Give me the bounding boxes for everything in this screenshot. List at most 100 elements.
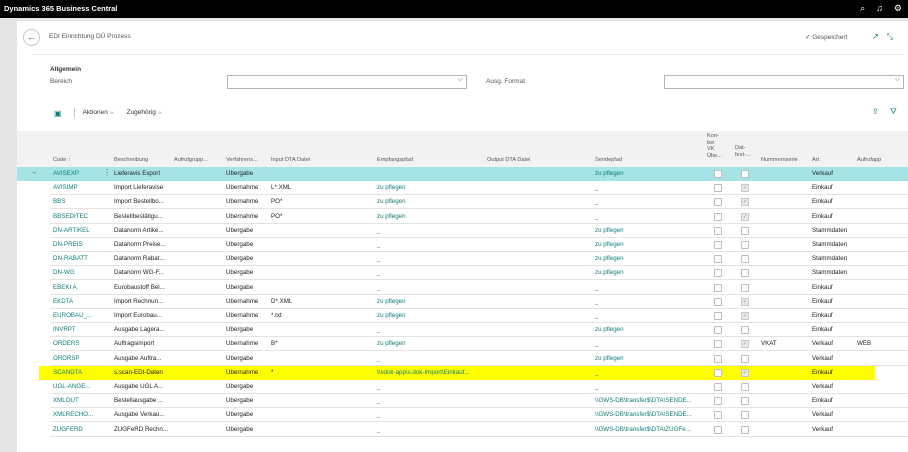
table-row[interactable]: XMLRECHO... Ausgabe Verkau... Übergabe _ \\G… [17,408,908,423]
col-verfahren[interactable]: Verfahrens... [226,157,258,164]
table-row[interactable]: → ⋮ AVISEXP Lieferavis Export Übergabe zu pfl… [17,167,908,181]
checkbox-konv[interactable] [714,212,722,221]
search-icon[interactable]: ⌕ [860,3,865,14]
cell-sendepfad[interactable]: _ [595,284,598,291]
cell-code[interactable]: ZUGFERD [53,426,83,433]
table-row[interactable]: EKDTA Import Rechnun... Übernahme D*.XML zu … [17,295,908,309]
related-menu[interactable]: Zugehörig ⌵ [127,109,163,117]
cell-empfangspfad[interactable]: zu pflegen [377,184,406,191]
cell-sendepfad[interactable]: _ [595,184,598,191]
table-row[interactable]: DN-WG Datanorm WG-F... Übergabe _ zu pflegen… [17,266,908,281]
checkbox-dat[interactable] [741,383,749,391]
table-row[interactable]: DN-PREIS Datanorm Preise... Übergabe _ zu pf… [17,238,908,252]
checkbox-dat[interactable]: ✓ [741,312,749,320]
col-konv[interactable]: Kon- bei VK Übe... [707,133,722,159]
table-row[interactable]: INVRPT Ausgabe Lagera... Übergabe _ zu pfleg… [17,323,908,338]
table-row[interactable]: SCANDTA s.scan-EDI-Daten Übernahme * \\sdok-… [39,365,875,380]
table-row[interactable]: DN-RABATT Datanorm Rabat... Übergabe _ zu pf… [17,252,908,267]
checkbox-konv[interactable] [714,397,722,406]
cell-code[interactable]: EUROBAU_... [53,312,92,319]
checkbox-konv[interactable] [714,226,722,235]
table-row[interactable]: BBS Import Bestellbo... Übernahme PO* zu pfl… [17,195,908,210]
cell-sendepfad[interactable]: _ [595,369,598,376]
cell-code[interactable]: UGL-ANGE... [53,383,90,390]
cell-empfangspfad[interactable]: _ [377,284,380,291]
cell-empfangspfad[interactable]: zu pflegen [377,298,406,305]
cell-empfangspfad[interactable]: \\sdok-app\s.dok-Import\Einkauf... [377,369,470,376]
checkbox-konv[interactable] [714,340,722,349]
cell-code[interactable]: ORDRSP [53,355,79,362]
cell-code[interactable]: XMLOUT [53,397,79,404]
cell-sendepfad[interactable]: zu pflegen [595,227,624,234]
checkbox-konv[interactable] [714,297,722,306]
col-aufrufapp[interactable]: Aufrufapp [857,157,881,164]
filter-icon[interactable]: ⛛ [890,107,897,117]
cell-code[interactable]: BBSEDITEC [53,213,88,220]
cell-empfangspfad[interactable]: _ [377,269,380,276]
cell-code[interactable]: EBEKI A [53,284,77,291]
col-art[interactable]: Art [812,157,819,164]
col-sendepfad[interactable]: Sendepfad [595,157,622,164]
cell-empfangspfad[interactable]: zu pflegen [377,340,406,347]
checkbox-dat[interactable] [741,354,749,363]
cell-empfangspfad[interactable]: zu pflegen [377,312,406,319]
col-beschreibung[interactable]: Beschreibung [114,157,148,164]
cell-code[interactable]: EKDTA [53,298,73,305]
cell-sendepfad[interactable]: zu pflegen [595,326,624,333]
cell-empfangspfad[interactable]: _ [377,383,380,390]
checkbox-dat[interactable] [741,269,749,278]
cell-code[interactable]: DN-ARTIKEL [53,227,90,234]
col-code[interactable]: Code ↑ [53,157,71,164]
checkbox-dat[interactable] [741,397,749,406]
col-nummernserie[interactable]: Nummernserie [761,157,798,164]
checkbox-dat[interactable] [741,226,749,235]
cell-sendepfad[interactable]: _ [595,198,598,205]
checkbox-konv[interactable] [714,269,722,278]
cell-empfangspfad[interactable]: _ [377,397,380,404]
cell-sendepfad[interactable]: zu pflegen [595,170,624,177]
checkbox-dat[interactable]: ✓ [741,297,749,306]
table-row[interactable]: EBEKI A Eurobaustoff Bel... Übergabe _ _ Eink… [17,281,908,295]
checkbox-konv[interactable] [714,170,722,178]
checkbox-konv[interactable] [714,383,722,391]
cell-empfangspfad[interactable]: _ [377,355,380,362]
cell-code[interactable]: DN-RABATT [53,255,88,262]
checkbox-dat[interactable] [741,425,749,434]
table-row[interactable]: UGL-ANGE... Ausgabe UGL A... Übergabe _ _ Ver… [17,380,908,394]
checkbox-konv[interactable] [714,184,722,193]
cell-sendepfad[interactable]: zu pflegen [595,255,624,262]
cell-sendepfad[interactable]: zu pflegen [595,241,624,248]
cell-code[interactable]: AVISIMP [53,184,78,191]
cell-sendepfad[interactable]: _ [595,213,598,220]
checkbox-dat[interactable] [741,170,749,178]
cell-sendepfad[interactable]: _ [595,383,598,390]
table-row[interactable]: XMLOUT Bestellausgabe ... Übergabe _ \\GWS-D… [17,394,908,409]
checkbox-konv[interactable] [714,312,722,320]
cell-empfangspfad[interactable]: _ [377,326,380,333]
cell-code[interactable]: SCANDTA [53,369,82,376]
row-menu-icon[interactable]: ⋮ [103,168,111,177]
collapse-icon[interactable]: ⤡ [887,32,893,42]
checkbox-dat[interactable]: ✓ [741,340,749,349]
checkbox-dat[interactable] [741,241,749,249]
cell-code[interactable]: INVRPT [53,326,76,333]
cell-code[interactable]: DN-PREIS [53,241,83,248]
checkbox-dat[interactable]: ✓ [741,368,749,377]
checkbox-konv[interactable] [714,241,722,249]
table-row[interactable]: ORDERS Auftragsimport Übernahme B* zu pflege… [17,337,908,352]
cell-sendepfad[interactable]: \\GWS-DB\transfer$\DTA\ZUGFe... [595,426,691,433]
cell-empfangspfad[interactable]: _ [377,255,380,262]
cell-sendepfad[interactable]: _ [595,298,598,305]
col-input[interactable]: Input DTA Datei [271,157,310,164]
checkbox-dat[interactable]: ✓ [741,212,749,221]
format-select[interactable]: ⌵ [664,75,904,89]
cell-sendepfad[interactable]: _ [595,340,598,347]
cell-empfangspfad[interactable]: _ [377,241,380,248]
checkbox-dat[interactable]: ✓ [741,184,749,193]
checkbox-konv[interactable] [714,368,722,377]
back-button[interactable]: ← [23,29,40,46]
cell-code[interactable]: AVISEXP [53,170,79,177]
table-row[interactable]: ORDRSP Ausgabe Auftra... Übergabe _ zu pfleg… [17,352,908,366]
table-row[interactable]: AVISIMP Import Lieferavise Übernahme L*.XML… [17,181,908,196]
checkbox-konv[interactable] [714,198,722,207]
